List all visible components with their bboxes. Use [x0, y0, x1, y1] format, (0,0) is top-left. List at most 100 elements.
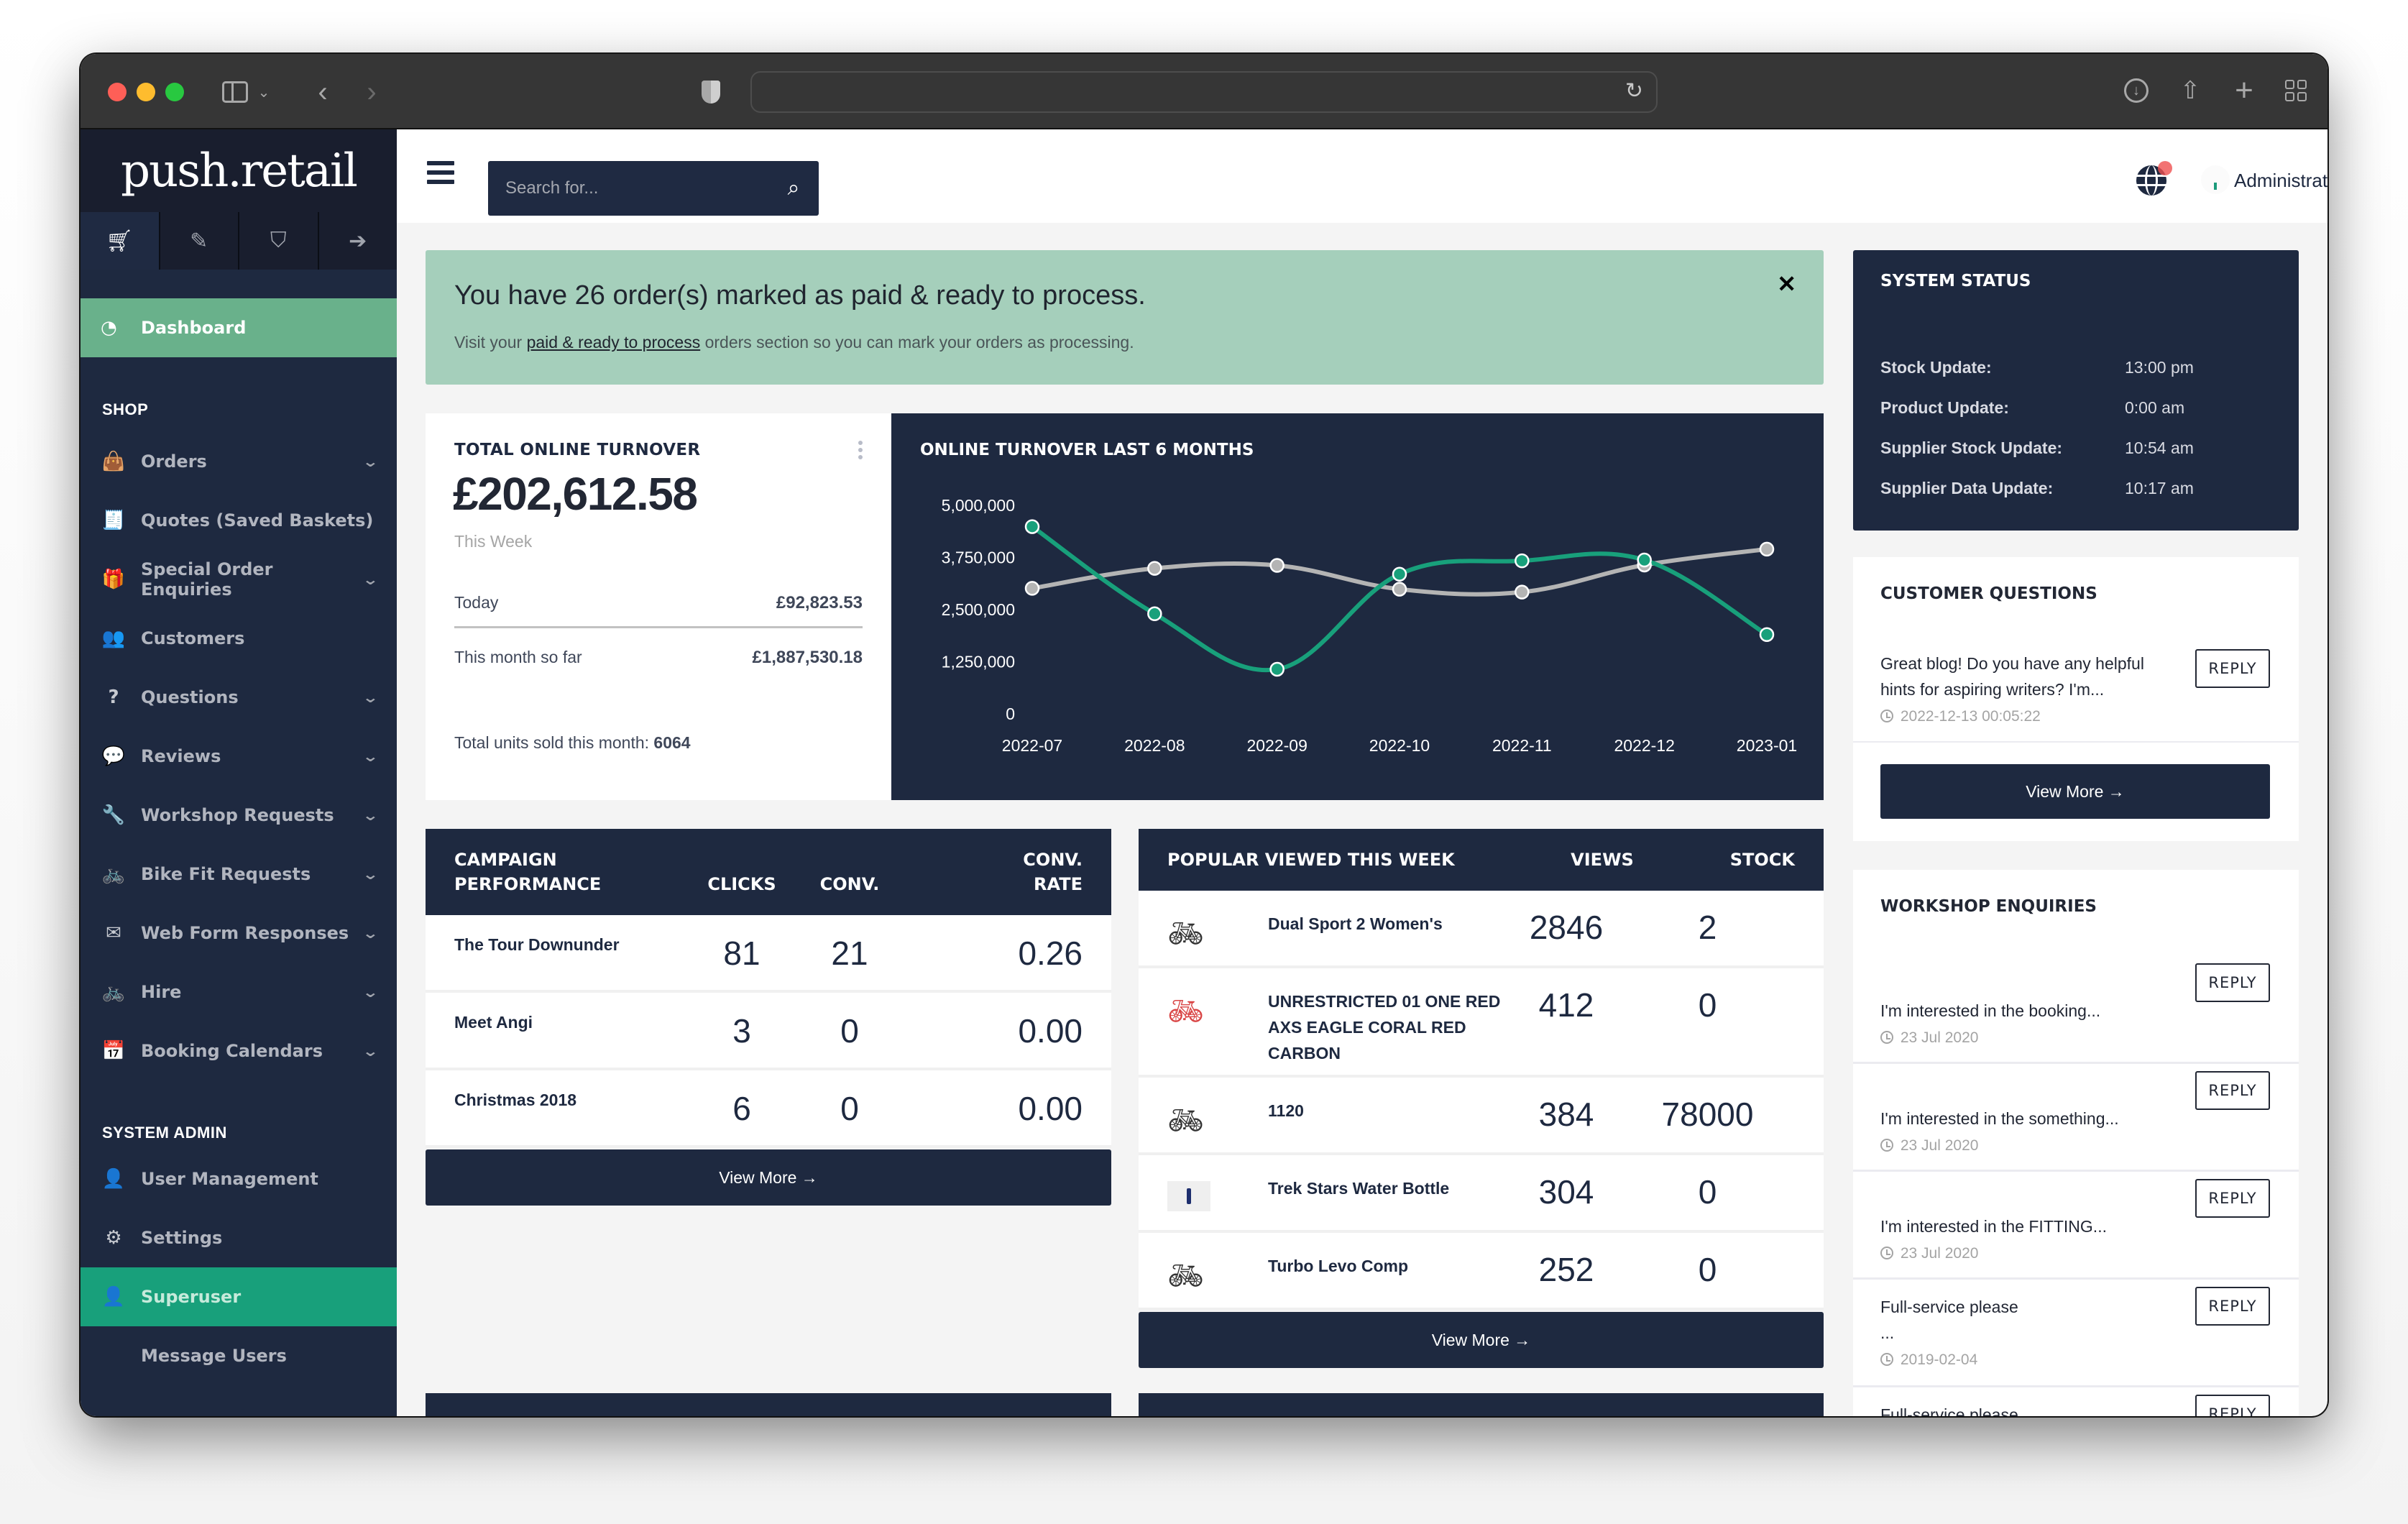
- sidebar-item-customers[interactable]: 👥 Customers: [81, 609, 397, 668]
- chevron-down-icon[interactable]: ⌄: [362, 571, 379, 588]
- sidebar-item-special-order-enquiries[interactable]: 🎁 Special Order Enquiries ⌄: [81, 550, 397, 609]
- sidebar-item-dashboard[interactable]: ◔ Dashboard: [81, 298, 397, 357]
- close-icon[interactable]: ✕: [1777, 270, 1796, 298]
- table-row[interactable]: Trek Stars Water Bottle 304 0: [1139, 1155, 1824, 1233]
- reply-button[interactable]: REPLY: [2195, 1071, 2270, 1110]
- sidebar-tab-catalogue[interactable]: ⛉: [239, 212, 319, 270]
- sidebar-item-workshop-requests[interactable]: 🔧 Workshop Requests ⌄: [81, 786, 397, 845]
- download-icon[interactable]: ↓: [2122, 74, 2151, 107]
- questions-view-more-button[interactable]: View More →: [1880, 764, 2270, 819]
- chevron-down-icon[interactable]: ⌄: [362, 748, 379, 765]
- sidebar-item-questions[interactable]: ? Questions ⌄: [81, 668, 397, 727]
- search-input[interactable]: [488, 178, 768, 198]
- sidebar-item-label: Orders: [141, 451, 207, 472]
- close-window-button[interactable]: [108, 83, 127, 101]
- sidebar-item-bike-fit-requests[interactable]: 🚲 Bike Fit Requests ⌄: [81, 845, 397, 904]
- status-value: 10:54 am: [2125, 439, 2194, 457]
- table-row[interactable]: Meet Angi 3 0 0.00: [426, 993, 1111, 1070]
- privacy-shield-icon[interactable]: [700, 75, 722, 109]
- back-icon[interactable]: ‹: [312, 75, 334, 109]
- share-icon[interactable]: ⇧: [2176, 74, 2205, 107]
- sidebar-item-orders[interactable]: 👜 Orders ⌄: [81, 432, 397, 491]
- sidebar-item-superuser[interactable]: 👤 Superuser: [81, 1267, 397, 1326]
- reply-button[interactable]: REPLY: [2195, 1395, 2270, 1416]
- product-views: 2846: [1529, 909, 1604, 946]
- sidebar-item-web-form-responses[interactable]: ✉ Web Form Responses ⌄: [81, 904, 397, 963]
- product-name[interactable]: Turbo Levo Comp: [1268, 1233, 1512, 1279]
- avatar[interactable]: [2201, 165, 2230, 194]
- table-row[interactable]: 🚲︎ Turbo Levo Comp 252 0: [1139, 1233, 1824, 1310]
- question-circle-icon: ?: [108, 687, 119, 708]
- chevron-down-icon[interactable]: ⌄: [362, 689, 379, 706]
- today-label: Today: [454, 593, 499, 612]
- chevron-down-icon[interactable]: ⌄: [362, 807, 379, 824]
- shopping-bag-icon: 👜: [101, 451, 126, 472]
- campaign-conv-rate: 0.00: [1018, 1012, 1083, 1050]
- campaigns-view-more-button[interactable]: View More →: [426, 1149, 1111, 1206]
- address-bar[interactable]: ↻: [750, 71, 1658, 113]
- chevron-down-icon[interactable]: ⌄: [257, 75, 271, 109]
- sidebar-item-label: Workshop Requests: [141, 805, 334, 825]
- sidebar-tab-logout[interactable]: ➔: [319, 212, 397, 270]
- product-name[interactable]: Trek Stars Water Bottle: [1268, 1155, 1512, 1201]
- card-title: TOTAL ONLINE TURNOVER: [454, 441, 701, 459]
- table-row[interactable]: 🚲︎ UNRESTRICTED 01 ONE RED AXS EAGLE CORA…: [1139, 968, 1824, 1078]
- chevron-down-icon[interactable]: ⌄: [362, 983, 379, 1001]
- chevron-down-icon[interactable]: ⌄: [362, 866, 379, 883]
- product-name[interactable]: UNRESTRICTED 01 ONE RED AXS EAGLE CORAL …: [1268, 968, 1512, 1066]
- chevron-down-icon[interactable]: ⌄: [362, 453, 379, 470]
- tab-overview-icon[interactable]: [2281, 74, 2310, 107]
- enquiry-text: Full-service please: [1880, 1298, 2018, 1316]
- table-row[interactable]: 🚲︎ 1120 384 78000: [1139, 1078, 1824, 1155]
- paid-ready-link[interactable]: paid & ready to process: [527, 333, 701, 352]
- card-title: SYSTEM STATUS: [1880, 272, 2031, 290]
- status-row: Stock Update: 13:00 pm: [1880, 358, 2194, 377]
- reply-button[interactable]: REPLY: [2195, 649, 2270, 688]
- reply-button[interactable]: REPLY: [2195, 1179, 2270, 1218]
- globe-icon[interactable]: [2136, 161, 2172, 196]
- reply-button[interactable]: REPLY: [2195, 1287, 2270, 1326]
- sidebar-tab-content[interactable]: ✎: [160, 212, 239, 270]
- sidebar-item-booking-calendars[interactable]: 📅 Booking Calendars ⌄: [81, 1022, 397, 1080]
- product-name[interactable]: 1120: [1268, 1078, 1512, 1124]
- product-name[interactable]: Dual Sport 2 Women's: [1268, 891, 1512, 937]
- campaign-name[interactable]: Christmas 2018: [454, 1070, 695, 1110]
- chevron-down-icon[interactable]: ⌄: [362, 924, 379, 942]
- turnover-line-chart: 5,000,000 3,750,000 2,500,000 1,250,000 0 202…: [942, 496, 1798, 755]
- sidebar-toggle-icon[interactable]: [221, 75, 249, 109]
- minimize-window-button[interactable]: [137, 83, 155, 101]
- new-tab-icon[interactable]: +: [2230, 73, 2258, 108]
- campaign-name[interactable]: Meet Angi: [454, 993, 695, 1032]
- sidebar-item-user-management[interactable]: 👤 User Management: [81, 1149, 397, 1208]
- maximize-window-button[interactable]: [165, 83, 184, 101]
- reload-icon[interactable]: ↻: [1625, 78, 1643, 104]
- data-point: [1024, 519, 1040, 534]
- sidebar-section-shop: SHOP: [102, 400, 149, 418]
- user-menu[interactable]: Administrator: [2234, 170, 2327, 192]
- receipt-icon: 🧾: [101, 510, 126, 531]
- logo[interactable]: push.retail: [81, 129, 397, 212]
- enquiry-date-text: 2019-02-04: [1900, 1351, 1978, 1368]
- table-row[interactable]: Christmas 2018 6 0 0.00: [426, 1070, 1111, 1148]
- chevron-down-icon[interactable]: ⌄: [362, 1042, 379, 1060]
- popular-view-more-button[interactable]: View More →: [1139, 1312, 1824, 1368]
- month-label: This month so far: [454, 648, 582, 666]
- table-row[interactable]: 🚲︎ Dual Sport 2 Women's 2846 2: [1139, 891, 1824, 968]
- sidebar-item-hire[interactable]: 🚲 Hire ⌄: [81, 963, 397, 1022]
- table-row[interactable]: The Tour Downunder 81 21 0.26: [426, 915, 1111, 993]
- sidebar-item-reviews[interactable]: 💬 Reviews ⌄: [81, 727, 397, 786]
- sidebar-item-settings[interactable]: ⚙ Settings: [81, 1208, 397, 1267]
- alert-message: Visit your paid & ready to process order…: [454, 333, 1134, 352]
- menu-toggle-icon[interactable]: [427, 161, 454, 189]
- sidebar-tab-shop[interactable]: 🛒︎: [81, 212, 160, 270]
- campaign-name[interactable]: The Tour Downunder: [454, 915, 695, 955]
- enquiry-date: 23 Jul 2020: [1880, 1029, 1978, 1047]
- kebab-menu-icon[interactable]: [858, 441, 863, 462]
- col-conv: CONV.: [819, 874, 880, 894]
- forward-icon[interactable]: ›: [361, 75, 382, 109]
- sidebar-item-message-users[interactable]: Message Users: [81, 1326, 397, 1385]
- reply-button[interactable]: REPLY: [2195, 963, 2270, 1002]
- search-icon[interactable]: ⌕: [768, 176, 819, 201]
- sidebar-item-quotes-saved-baskets[interactable]: 🧾 Quotes (Saved Baskets): [81, 491, 397, 550]
- sidebar-tab-bar: 🛒︎ ✎ ⛉ ➔: [81, 212, 397, 270]
